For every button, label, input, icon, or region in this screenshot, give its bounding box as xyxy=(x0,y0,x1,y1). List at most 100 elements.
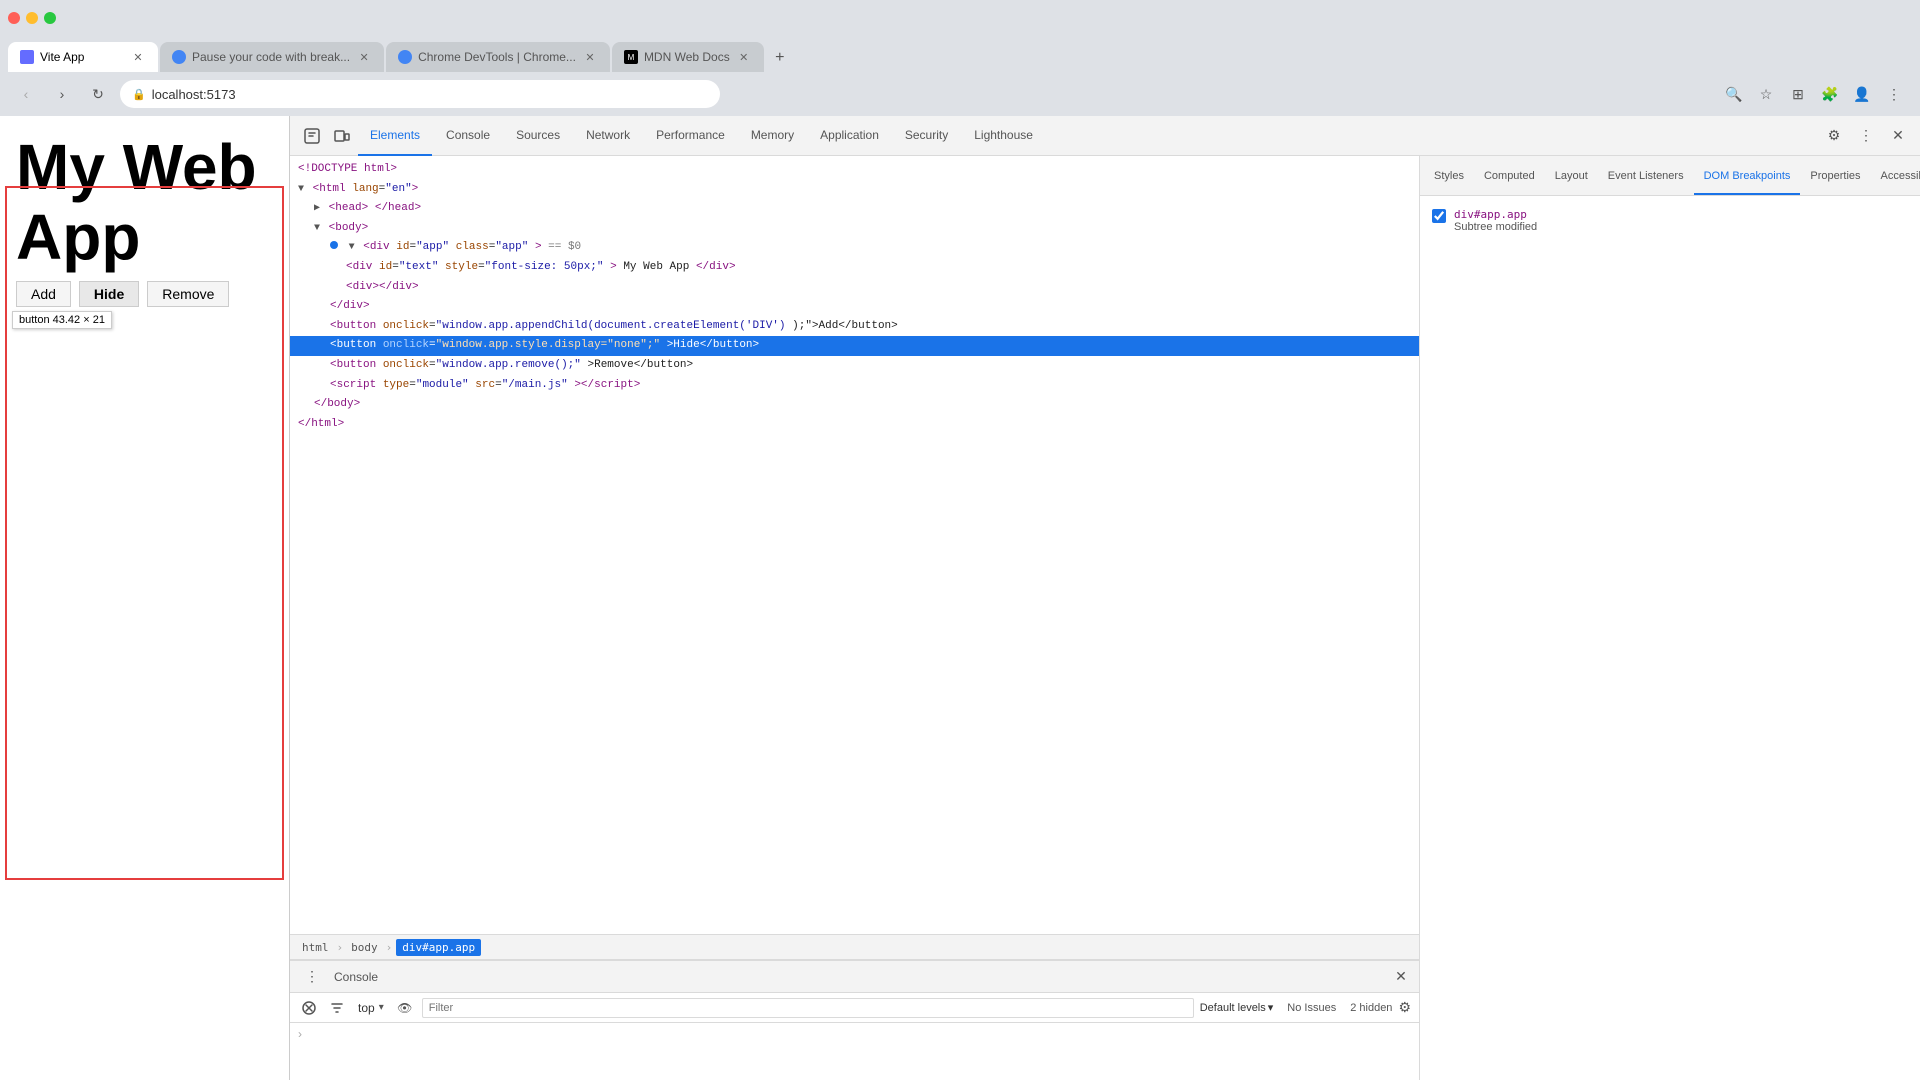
tree-line-btn-remove[interactable]: <button onclick="window.app.remove();" >… xyxy=(290,356,1419,376)
tab-dom-breakpoints[interactable]: DOM Breakpoints xyxy=(1694,159,1801,195)
address-text: localhost:5173 xyxy=(152,87,236,102)
address-bar: ‹ › ↻ 🔒 localhost:5173 🔍 ☆ ⊞ 🧩 👤 ⋮ xyxy=(0,72,1920,116)
tab-devtools-close[interactable]: ✕ xyxy=(582,49,598,65)
breakpoint-item: div#app.app Subtree modified xyxy=(1432,208,1908,233)
console-area: ⋮ Console ✕ xyxy=(290,960,1419,1080)
html-panel: <!DOCTYPE html> ▼ <html lang="en"> ▶ <he… xyxy=(290,156,1420,1080)
webpage-buttons: Add Hide Remove xyxy=(16,281,273,307)
console-eye-icon[interactable]: 👁 xyxy=(394,997,416,1019)
tab-vite-close[interactable]: ✕ xyxy=(130,49,146,65)
tab-security[interactable]: Security xyxy=(893,116,960,156)
tab-memory[interactable]: Memory xyxy=(739,116,806,156)
vite-favicon xyxy=(20,50,34,64)
forward-button[interactable]: › xyxy=(48,80,76,108)
html-tree: <!DOCTYPE html> ▼ <html lang="en"> ▶ <he… xyxy=(290,156,1419,934)
console-header: ⋮ Console ✕ xyxy=(290,961,1419,993)
title-bar xyxy=(0,0,1920,36)
chrome-favicon-1 xyxy=(172,50,186,64)
console-prompt-arrow: › xyxy=(298,1027,302,1041)
profile-icon[interactable]: 👤 xyxy=(1848,80,1876,108)
maximize-traffic-light[interactable] xyxy=(44,12,56,24)
bookmark-icon[interactable]: ☆ xyxy=(1752,80,1780,108)
tab-performance[interactable]: Performance xyxy=(644,116,737,156)
search-icon[interactable]: 🔍 xyxy=(1720,80,1748,108)
back-button[interactable]: ‹ xyxy=(12,80,40,108)
right-panel: Styles Computed Layout Event Listeners D… xyxy=(1420,156,1920,1080)
devtools-toolbar: Elements Console Sources Network Perform… xyxy=(290,116,1920,156)
devtools-more-icon[interactable]: ⋮ xyxy=(1852,122,1880,150)
tree-line-div-close[interactable]: </div> xyxy=(290,297,1419,317)
tree-line-div-empty[interactable]: <div></div> xyxy=(290,278,1419,298)
tree-line-html-close[interactable]: </html> xyxy=(290,415,1419,435)
hide-button[interactable]: Hide xyxy=(79,281,139,307)
tab-pause-code[interactable]: Pause your code with break... ✕ xyxy=(160,42,384,72)
more-icon[interactable]: ⋮ xyxy=(1880,80,1908,108)
tree-line-body-close[interactable]: </body> xyxy=(290,395,1419,415)
tab-styles[interactable]: Styles xyxy=(1424,159,1474,195)
tree-line-html[interactable]: ▼ <html lang="en"> xyxy=(290,180,1419,200)
breadcrumb-div-app[interactable]: div#app.app xyxy=(396,939,481,956)
tab-layout[interactable]: Layout xyxy=(1545,159,1598,195)
console-filter-input[interactable] xyxy=(422,998,1194,1018)
clear-console-icon[interactable] xyxy=(298,997,320,1019)
console-top-label: top xyxy=(358,1001,375,1015)
minimize-traffic-light[interactable] xyxy=(26,12,38,24)
tab-properties[interactable]: Properties xyxy=(1800,159,1870,195)
tab-sources[interactable]: Sources xyxy=(504,116,572,156)
tree-line-head[interactable]: ▶ <head> </head> xyxy=(290,199,1419,219)
breakpoint-element: div#app.app xyxy=(1454,208,1537,221)
devtools-close-icon[interactable]: ✕ xyxy=(1884,122,1912,150)
console-more-icon[interactable]: ⋮ xyxy=(298,963,326,991)
tab-chrome-devtools[interactable]: Chrome DevTools | Chrome... ✕ xyxy=(386,42,610,72)
breadcrumb-html[interactable]: html xyxy=(298,939,333,956)
default-levels-dropdown[interactable]: Default levels ▾ xyxy=(1200,1001,1274,1014)
tab-devtools-label: Chrome DevTools | Chrome... xyxy=(418,50,576,64)
breadcrumb-bar: html › body › div#app.app xyxy=(290,934,1419,960)
filter-toggle-icon[interactable] xyxy=(326,997,348,1019)
reload-button[interactable]: ↻ xyxy=(84,80,112,108)
tab-console[interactable]: Console xyxy=(434,116,502,156)
devtools-content: <!DOCTYPE html> ▼ <html lang="en"> ▶ <he… xyxy=(290,156,1920,1080)
device-toolbar-icon[interactable] xyxy=(328,122,356,150)
tab-mdn-close[interactable]: ✕ xyxy=(736,49,752,65)
tree-line-btn-add[interactable]: <button onclick="window.app.appendChild(… xyxy=(290,317,1419,337)
breakpoint-content: div#app.app Subtree modified xyxy=(1454,208,1537,233)
tab-computed[interactable]: Computed xyxy=(1474,159,1545,195)
tab-vite-app[interactable]: Vite App ✕ xyxy=(8,42,158,72)
extensions-icon[interactable]: 🧩 xyxy=(1816,80,1844,108)
address-input[interactable]: 🔒 localhost:5173 xyxy=(120,80,720,108)
console-top-dropdown[interactable]: top ▾ xyxy=(354,1001,388,1015)
tab-application[interactable]: Application xyxy=(808,116,891,156)
tab-lighthouse[interactable]: Lighthouse xyxy=(962,116,1045,156)
breakpoint-checkbox[interactable] xyxy=(1432,209,1446,223)
tree-line-doctype[interactable]: <!DOCTYPE html> xyxy=(290,160,1419,180)
tab-search-icon[interactable]: ⊞ xyxy=(1784,80,1812,108)
webpage-preview: My Web App button 43.42 × 21 Add Hide Re… xyxy=(0,116,290,1080)
console-prompt[interactable]: › xyxy=(298,1027,1411,1041)
breadcrumb-body[interactable]: body xyxy=(347,939,382,956)
tab-accessibility[interactable]: Accessibility xyxy=(1871,159,1920,195)
tab-pause-close[interactable]: ✕ xyxy=(356,49,372,65)
tab-network[interactable]: Network xyxy=(574,116,642,156)
main-area: My Web App button 43.42 × 21 Add Hide Re… xyxy=(0,116,1920,1080)
browser-window: Vite App ✕ Pause your code with break...… xyxy=(0,0,1920,1080)
tab-event-listeners[interactable]: Event Listeners xyxy=(1598,159,1694,195)
close-traffic-light[interactable] xyxy=(8,12,20,24)
remove-button[interactable]: Remove xyxy=(147,281,229,307)
console-settings-icon[interactable]: ⚙ xyxy=(1398,999,1411,1016)
tree-line-script[interactable]: <script type="module" src="/main.js" ></… xyxy=(290,376,1419,396)
tab-bar: Vite App ✕ Pause your code with break...… xyxy=(0,36,1920,72)
inspect-element-icon[interactable] xyxy=(298,122,326,150)
devtools-settings-icon[interactable]: ⚙ xyxy=(1820,122,1848,150)
tree-line-btn-hide[interactable]: <button onclick="window.app.style.displa… xyxy=(290,336,1419,356)
console-label: Console xyxy=(334,970,378,984)
console-content: › xyxy=(290,1023,1419,1080)
tree-line-body[interactable]: ▼ <body> xyxy=(290,219,1419,239)
tab-elements[interactable]: Elements xyxy=(358,116,432,156)
add-button[interactable]: Add xyxy=(16,281,71,307)
console-close-icon[interactable]: ✕ xyxy=(1391,967,1411,987)
tree-line-div-text[interactable]: <div id="text" style="font-size: 50px;" … xyxy=(290,258,1419,278)
new-tab-button[interactable]: + xyxy=(766,44,794,72)
tab-mdn[interactable]: M MDN Web Docs ✕ xyxy=(612,42,764,72)
tree-line-div-app[interactable]: ▼ <div id="app" class="app" > == $0 xyxy=(290,238,1419,258)
